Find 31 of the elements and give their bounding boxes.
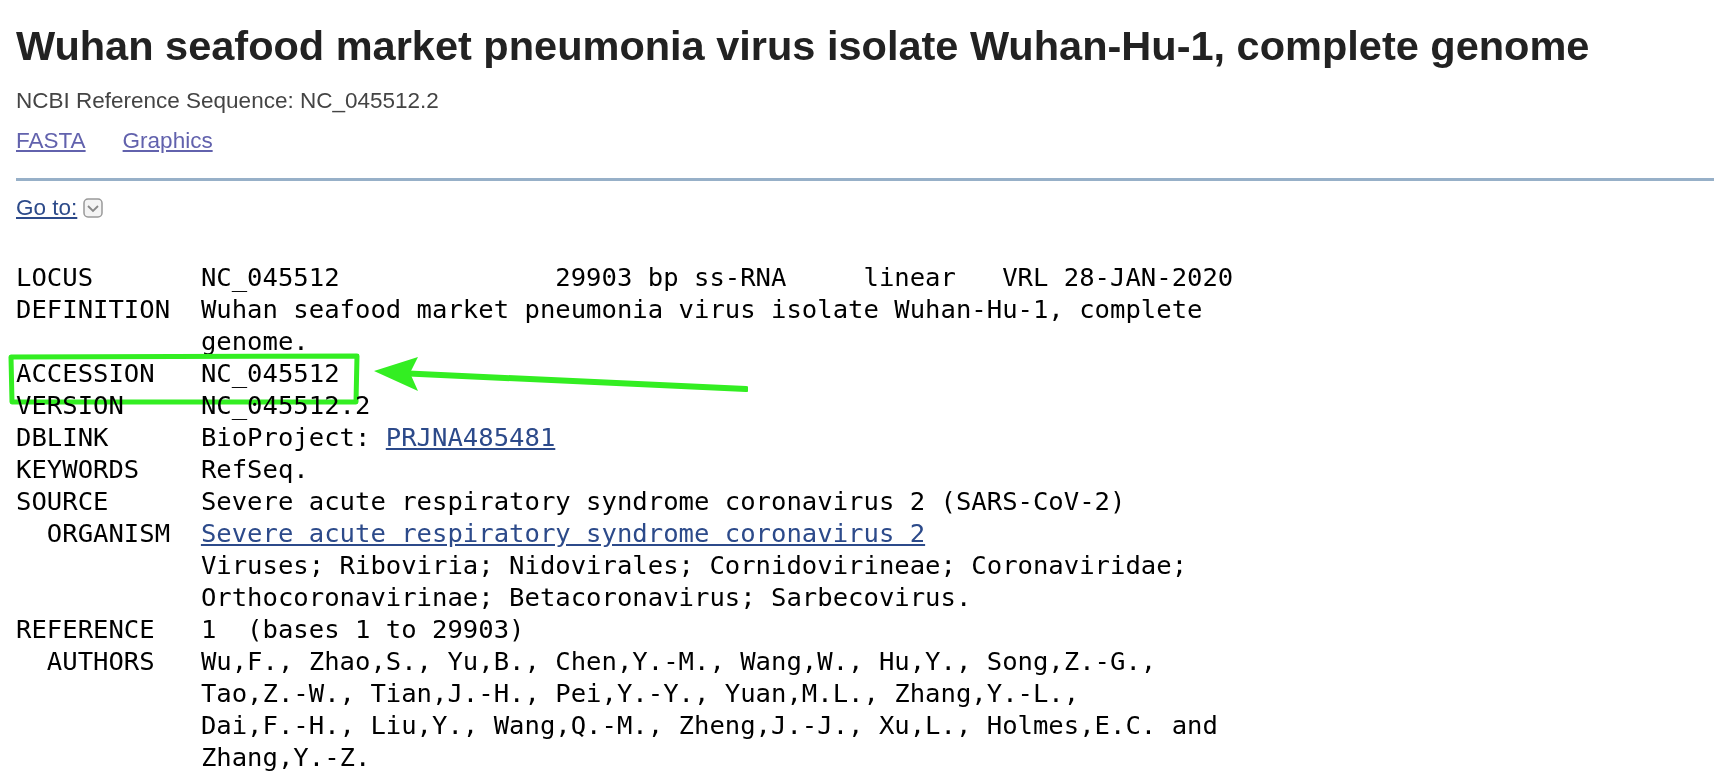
field-value: Orthocoronavirinae; Betacoronavirus; Sarbecovirus. (200, 581, 972, 613)
goto-link[interactable]: Go to: (16, 195, 78, 221)
field-label: REFERENCE (16, 613, 156, 645)
field-value: Viruses; Riboviria; Nidovirales; Cornidovirineae; Coronaviridae; (200, 549, 1188, 581)
field-label: DBLINK (16, 421, 110, 453)
field-value: Wu,F., Zhao,S., Yu,B., Chen,Y.-M., Wang,W., Hu,Y., Song,Z.-G., (200, 645, 1157, 677)
field-value: NC_045512 (200, 357, 340, 389)
field-value: Dai,F.-H., Liu,Y., Wang,Q.-M., Zheng,J.-J., Xu,L., Holmes,E.C. and (200, 709, 1218, 741)
field-label: KEYWORDS (16, 453, 141, 485)
field-value: RefSeq. (200, 453, 309, 485)
field-label: ACCESSION (16, 357, 156, 389)
format-link[interactable]: FASTA (16, 128, 86, 154)
field-value: Zhang,Y.-Z. (200, 741, 371, 773)
organism-link[interactable]: Severe acute respiratory syndrome coronavirus 2 (200, 518, 926, 548)
field-value: Wuhan seafood market pneumonia virus isolate Wuhan-Hu-1, complete (200, 293, 1203, 325)
field-label: SOURCE (16, 485, 110, 517)
format-link[interactable]: Graphics (122, 128, 213, 154)
field-label: AUTHORS (45, 645, 156, 678)
field-label: LOCUS (16, 261, 95, 293)
field-value: Severe acute respiratory syndrome coronavirus 2 (SARS-CoV-2) (200, 485, 1126, 517)
field-value: BioProject: (200, 422, 372, 452)
bioproject-link[interactable]: PRJNA485481 (385, 422, 556, 452)
chevron-icon[interactable] (83, 198, 104, 218)
field-label: DEFINITION (16, 293, 172, 326)
field-value: NC_045512 29903 bp ss-RNA linear VRL 28-JAN-2020 (200, 261, 1234, 293)
field-value: 1 (bases 1 to 29903) (200, 613, 525, 645)
field-value: genome. (200, 325, 309, 357)
page-title: Wuhan seafood market pneumonia virus isolate Wuhan-Hu-1, complete genome (16, 21, 1590, 70)
field-value: Tao,Z.-W., Tian,J.-H., Pei,Y.-Y., Yuan,M.L., Zhang,Y.-L., (200, 677, 1080, 709)
field-label: ORGANISM (45, 517, 172, 550)
reference-sequence-label: NCBI Reference Sequence: NC_045512.2 (16, 88, 439, 114)
